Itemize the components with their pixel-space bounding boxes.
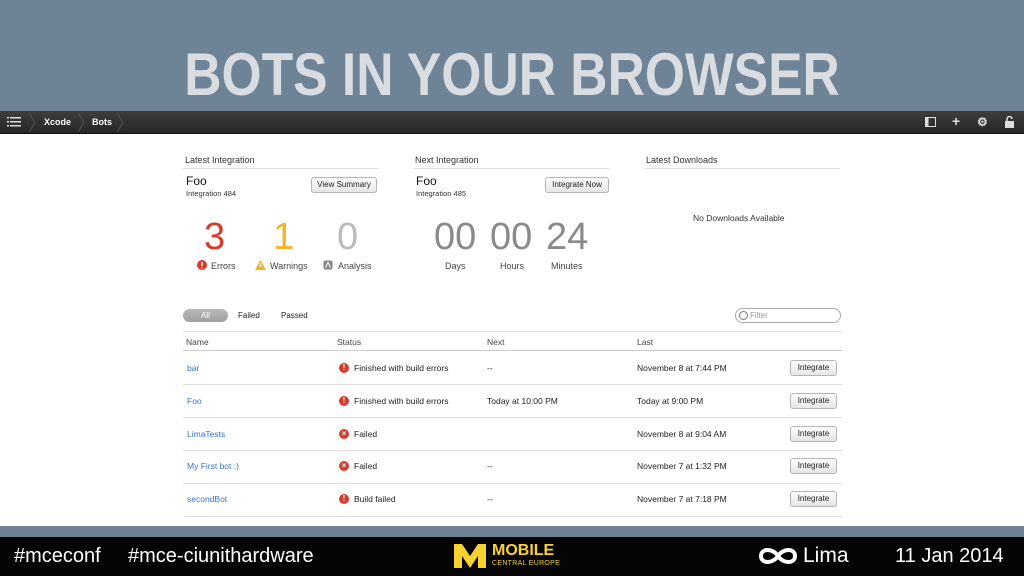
integrate-button[interactable]: Integrate: [790, 491, 837, 507]
filter-failed-tab[interactable]: Failed: [238, 311, 260, 320]
status-text: Build failed: [354, 494, 396, 504]
divider: [183, 450, 842, 451]
next-integration-number: Integration 485: [416, 189, 467, 198]
countdown-minutes: 24: [546, 216, 589, 258]
hashtag-talk: #mce-ciunithardware: [128, 545, 314, 567]
error-status-icon: !: [339, 363, 349, 373]
app-toolbar: Xcode Bots + ⚙: [0, 111, 1024, 134]
divider: [183, 516, 842, 517]
last-run: November 7 at 1:32 PM: [637, 461, 727, 471]
mobile-central-europe-logo-icon: [454, 544, 486, 568]
breadcrumb-separator-icon: [116, 113, 124, 132]
column-header-last[interactable]: Last: [637, 337, 653, 347]
hashtag-conference: #mceconf: [14, 545, 101, 567]
latest-integration-title: Latest Integration: [185, 155, 255, 165]
error-status-icon: !: [339, 396, 349, 406]
last-run: Today at 9:00 PM: [637, 396, 704, 406]
search-icon: [739, 311, 748, 320]
bot-name-link[interactable]: LimaTests: [187, 429, 225, 439]
column-header-status[interactable]: Status: [337, 337, 361, 347]
next-run: --: [487, 363, 493, 373]
status-text: Finished with build errors: [354, 363, 449, 373]
error-icon: [197, 260, 207, 270]
analysis-count: 0: [337, 216, 359, 258]
next-run: --: [487, 461, 493, 471]
analysis-label: Analysis: [338, 261, 372, 271]
latest-downloads-title: Latest Downloads: [646, 155, 718, 165]
bot-name-link[interactable]: secondBot: [187, 494, 227, 504]
slide-footer: #mceconf #mce-ciunithardware MOBILE CENT…: [0, 537, 1024, 576]
integrate-button[interactable]: Integrate: [790, 458, 837, 474]
error-status-icon: !: [339, 494, 349, 504]
divider: [183, 384, 842, 385]
integrate-button[interactable]: Integrate: [790, 426, 837, 442]
latest-integration-bot-name[interactable]: Foo: [186, 174, 207, 188]
last-run: November 8 at 7:44 PM: [637, 363, 727, 373]
next-run: Today at 10:00 PM: [487, 396, 558, 406]
status-text: Finished with build errors: [354, 396, 449, 406]
filter-placeholder: Filter: [750, 311, 768, 320]
sidebar-toggle-icon[interactable]: [925, 117, 936, 127]
view-summary-button[interactable]: View Summary: [311, 177, 377, 193]
bot-name-link[interactable]: Foo: [187, 396, 202, 406]
divider: [183, 417, 842, 418]
brand-subtitle: CENTRAL EUROPE: [492, 560, 561, 567]
column-header-name[interactable]: Name: [186, 337, 209, 347]
list-menu-icon[interactable]: [7, 117, 21, 127]
no-downloads-message: No Downloads Available: [693, 213, 785, 223]
next-run: --: [487, 494, 493, 504]
divider: [413, 168, 609, 169]
sponsor-name: Lima: [803, 544, 849, 567]
latest-integration-number: Integration 484: [186, 189, 237, 198]
gear-icon[interactable]: ⚙: [977, 115, 988, 129]
failed-status-icon: ×: [339, 429, 349, 439]
status-text: Failed: [354, 461, 378, 471]
analysis-icon: [323, 260, 333, 270]
add-icon[interactable]: +: [952, 114, 960, 128]
minutes-label: Minutes: [551, 261, 583, 271]
countdown-hours: 00: [490, 216, 533, 258]
next-integration-bot-name[interactable]: Foo: [416, 174, 437, 188]
warnings-label: Warnings: [270, 261, 308, 271]
warning-icon: [255, 260, 266, 270]
event-date: 11 Jan 2014: [895, 545, 1004, 567]
breadcrumb-bots[interactable]: Bots: [92, 117, 112, 127]
breadcrumb-separator-icon: [28, 113, 36, 132]
slide-title: BOTS IN YOUR BROWSER: [184, 41, 840, 108]
column-header-next[interactable]: Next: [487, 337, 504, 347]
divider: [183, 331, 842, 332]
bot-name-link[interactable]: bar: [187, 363, 199, 373]
footer-band: [0, 526, 1024, 537]
integrate-button[interactable]: Integrate: [790, 393, 837, 409]
divider: [183, 483, 842, 484]
last-run: November 7 at 7:18 PM: [637, 494, 727, 504]
integrate-button[interactable]: Integrate: [790, 360, 837, 376]
breadcrumb-separator-icon: [77, 113, 85, 132]
lock-icon[interactable]: [1004, 116, 1015, 128]
next-integration-title: Next Integration: [415, 155, 479, 165]
filter-all-tab[interactable]: All: [183, 309, 228, 322]
filter-passed-tab[interactable]: Passed: [281, 311, 308, 320]
filter-search-input[interactable]: Filter: [735, 308, 841, 323]
bot-name-link[interactable]: My First bot :): [187, 461, 239, 471]
status-text: Failed: [354, 429, 378, 439]
infinity-logo-icon: [758, 548, 798, 564]
brand-name: MOBILE: [492, 542, 555, 559]
errors-label: Errors: [211, 261, 236, 271]
divider: [183, 168, 379, 169]
last-run: November 8 at 9:04 AM: [637, 429, 727, 439]
divider: [644, 168, 840, 169]
countdown-days: 00: [434, 216, 477, 258]
hours-label: Hours: [500, 261, 525, 271]
failed-status-icon: ×: [339, 461, 349, 471]
breadcrumb-xcode[interactable]: Xcode: [44, 117, 71, 127]
bots-page: Latest Integration Foo Integration 484 V…: [0, 134, 1024, 526]
days-label: Days: [445, 261, 466, 271]
divider: [183, 350, 842, 351]
integrate-now-button[interactable]: Integrate Now: [545, 177, 609, 193]
errors-count: 3: [204, 216, 226, 258]
warnings-count: 1: [273, 216, 295, 258]
